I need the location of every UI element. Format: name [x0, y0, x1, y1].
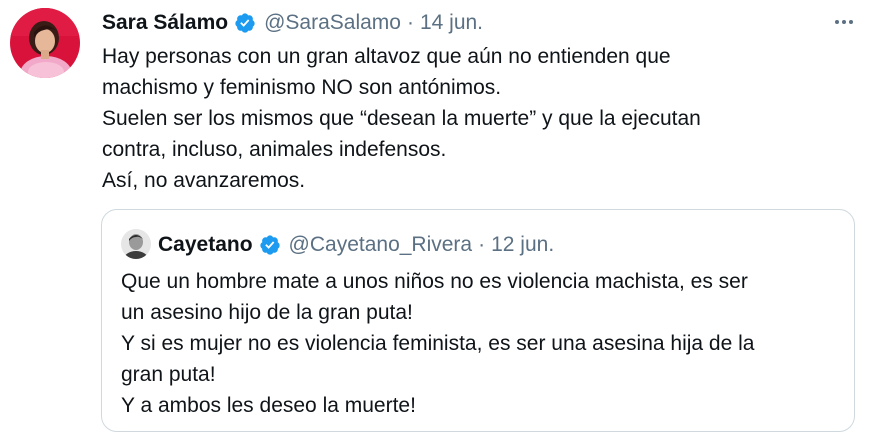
author-handle[interactable]: @SaraSalamo — [264, 11, 401, 35]
quoted-tweet-text: Que un hombre mate a unos niños no es vi… — [121, 266, 841, 421]
quoted-author-handle: @Cayetano_Rivera — [288, 233, 473, 256]
quoted-text-line: un asesino hijo de la gran puta! — [121, 301, 413, 324]
verified-badge-icon — [259, 234, 281, 256]
author-name[interactable]: Sara Sálamo — [102, 11, 228, 35]
quoted-text-line: gran puta! — [121, 363, 216, 386]
more-options-icon[interactable] — [832, 10, 856, 34]
author-avatar[interactable] — [10, 8, 80, 78]
tweet-text-line: Hay personas con un gran altavoz que aún… — [102, 45, 671, 68]
quoted-tweet[interactable]: Cayetano @Cayetano_Rivera · 12 jun. Que … — [101, 209, 855, 432]
quoted-author-name: Cayetano — [158, 233, 253, 256]
quoted-text-line: Y si es mujer no es violencia feminista,… — [121, 332, 755, 355]
tweet-header: Sara Sálamo @SaraSalamo · 14 jun. — [102, 9, 483, 37]
tweet: Sara Sálamo @SaraSalamo · 14 jun. Hay pe… — [0, 0, 872, 446]
quoted-text-line: Y a ambos les deseo la muerte! — [121, 394, 416, 417]
separator-dot: · — [478, 233, 486, 256]
tweet-text-line: Suelen ser los mismos que “desean la mue… — [102, 107, 701, 130]
quoted-tweet-header: Cayetano @Cayetano_Rivera · 12 jun. — [158, 231, 554, 259]
quoted-tweet-date: 12 jun. — [491, 233, 555, 256]
tweet-date[interactable]: 14 jun. — [420, 11, 483, 35]
tweet-text-line: contra, incluso, animales indefensos. — [102, 138, 447, 161]
quoted-text-line: Que un hombre mate a unos niños no es vi… — [121, 270, 748, 293]
separator-dot: · — [406, 11, 414, 34]
verified-badge-icon — [234, 12, 256, 34]
quoted-author-avatar — [121, 229, 151, 259]
tweet-text: Hay personas con un gran altavoz que aún… — [102, 41, 842, 196]
tweet-text-line: machismo y feminismo NO son antónimos. — [102, 76, 502, 99]
tweet-text-line: Así, no avanzaremos. — [102, 169, 306, 192]
